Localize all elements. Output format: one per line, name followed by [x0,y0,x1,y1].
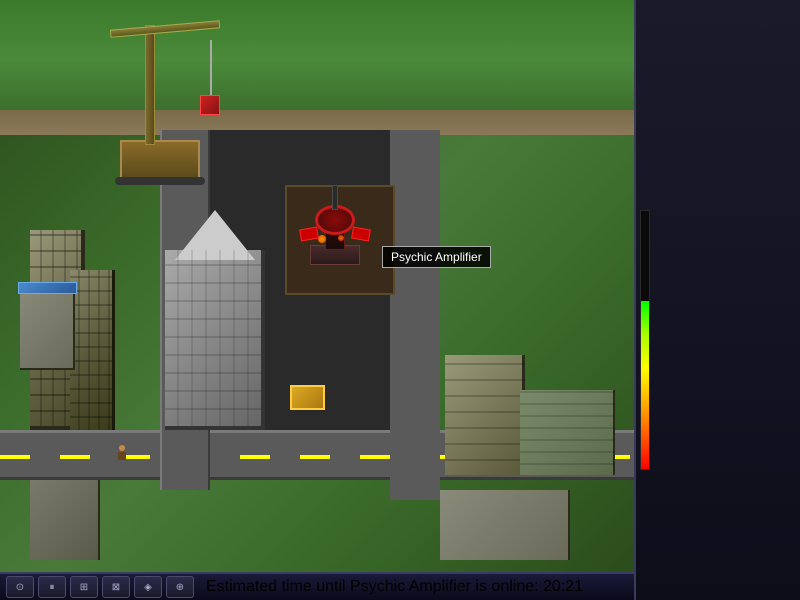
building-right-2 [520,390,615,475]
grass-area [0,0,634,120]
radar-button[interactable]: ◈ [134,576,162,598]
building-right-1 [445,355,525,475]
building-center-pyramid [165,250,265,430]
right-panel: 5905 $ 🔧 ⚡ [634,0,800,600]
options-button[interactable]: ⊙ [6,576,34,598]
build-button[interactable]: ⊕ [166,576,194,598]
map-icon: ⊠ [112,582,120,593]
energy-bar-fill [641,301,649,469]
bottom-toolbar: ⊙ ⏸ ⊞ ⊠ ◈ ⊕ Estimated time until Psychic… [0,572,634,600]
unit-infantry[interactable] [118,445,126,459]
units-button[interactable]: ⊞ [70,576,98,598]
radar-icon: ◈ [144,582,152,593]
building-helipad [20,290,75,370]
building-bottom-2 [440,490,570,560]
build-icon: ⊕ [176,582,184,593]
options-icon: ⊙ [16,582,24,593]
game-viewport[interactable]: Psychic Amplifier ⊙ ⏸ ⊞ ⊠ ◈ ⊕ Estimated … [0,0,634,600]
generator-box [290,385,325,410]
pause-button[interactable]: ⏸ [38,576,66,598]
pause-icon: ⏸ [50,582,55,593]
construction-crane [100,20,220,180]
building-tall-2 [70,270,115,430]
units-icon: ⊞ [80,582,88,593]
energy-bar-container [640,210,650,470]
status-text: Estimated time until Psychic Amplifier i… [206,578,583,596]
road-v-center [390,130,440,500]
psychic-amplifier[interactable] [300,195,370,265]
map-button[interactable]: ⊠ [102,576,130,598]
building-bottom-1 [30,480,100,560]
